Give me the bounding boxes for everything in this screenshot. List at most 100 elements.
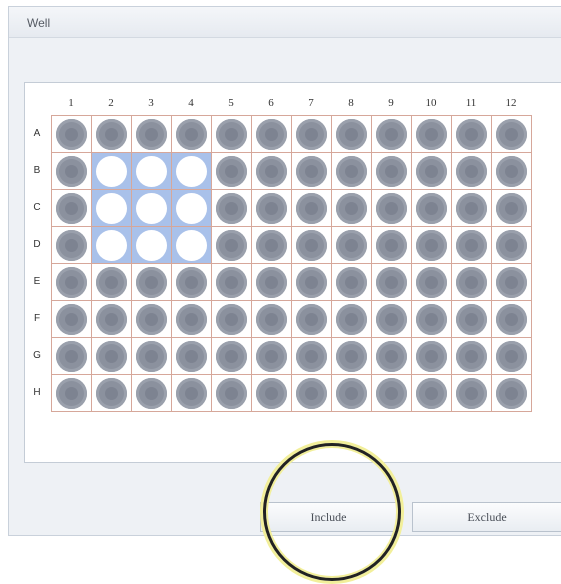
- well-cell[interactable]: [252, 301, 292, 338]
- well[interactable]: [56, 118, 87, 150]
- well[interactable]: [136, 118, 167, 150]
- row-label[interactable]: H: [31, 387, 43, 398]
- well-cell[interactable]: [372, 264, 412, 301]
- well-cell[interactable]: [132, 227, 172, 264]
- well[interactable]: [456, 340, 487, 372]
- column-label[interactable]: 11: [461, 97, 481, 109]
- well-cell[interactable]: [492, 301, 532, 338]
- well-cell[interactable]: [372, 190, 412, 227]
- well[interactable]: [336, 229, 367, 261]
- well-cell[interactable]: [292, 190, 332, 227]
- well[interactable]: [336, 266, 367, 298]
- well[interactable]: [256, 155, 287, 187]
- well[interactable]: [496, 192, 527, 224]
- well[interactable]: [416, 266, 447, 298]
- well[interactable]: [96, 118, 127, 150]
- well-cell[interactable]: [92, 338, 132, 375]
- well-cell[interactable]: [92, 264, 132, 301]
- well-cell[interactable]: [412, 227, 452, 264]
- well[interactable]: [136, 303, 167, 335]
- well[interactable]: [96, 266, 127, 298]
- row-label[interactable]: B: [31, 165, 43, 176]
- well-cell[interactable]: [412, 116, 452, 153]
- well[interactable]: [416, 303, 447, 335]
- well[interactable]: [136, 340, 167, 372]
- well-cell[interactable]: [332, 227, 372, 264]
- well-cell[interactable]: [452, 338, 492, 375]
- well-cell[interactable]: [132, 153, 172, 190]
- well-cell[interactable]: [132, 301, 172, 338]
- column-label[interactable]: 3: [141, 97, 161, 109]
- well-cell[interactable]: [52, 264, 92, 301]
- well[interactable]: [496, 229, 527, 261]
- well[interactable]: [56, 155, 87, 187]
- well[interactable]: [456, 155, 487, 187]
- well[interactable]: [496, 303, 527, 335]
- selected-well[interactable]: [136, 192, 167, 224]
- well[interactable]: [336, 303, 367, 335]
- include-button[interactable]: Include: [260, 502, 397, 532]
- well[interactable]: [456, 118, 487, 150]
- column-label[interactable]: 9: [381, 97, 401, 109]
- well-cell[interactable]: [212, 264, 252, 301]
- well[interactable]: [56, 340, 87, 372]
- well-cell[interactable]: [212, 153, 252, 190]
- well-cell[interactable]: [252, 116, 292, 153]
- well-cell[interactable]: [332, 153, 372, 190]
- well-cell[interactable]: [332, 375, 372, 412]
- well[interactable]: [256, 118, 287, 150]
- well-cell[interactable]: [172, 264, 212, 301]
- well-cell[interactable]: [292, 227, 332, 264]
- well[interactable]: [376, 155, 407, 187]
- well-cell[interactable]: [52, 301, 92, 338]
- well-cell[interactable]: [132, 116, 172, 153]
- well-cell[interactable]: [252, 338, 292, 375]
- well-cell[interactable]: [332, 338, 372, 375]
- well-cell[interactable]: [292, 301, 332, 338]
- well[interactable]: [176, 266, 207, 298]
- well-cell[interactable]: [212, 301, 252, 338]
- well[interactable]: [456, 303, 487, 335]
- well[interactable]: [496, 340, 527, 372]
- well-cell[interactable]: [412, 375, 452, 412]
- well-cell[interactable]: [452, 227, 492, 264]
- well[interactable]: [296, 303, 327, 335]
- well-cell[interactable]: [292, 264, 332, 301]
- row-label[interactable]: A: [31, 128, 43, 139]
- well[interactable]: [296, 155, 327, 187]
- well-cell[interactable]: [372, 301, 412, 338]
- row-label[interactable]: E: [31, 276, 43, 287]
- well-cell[interactable]: [452, 190, 492, 227]
- well[interactable]: [216, 266, 247, 298]
- well-cell[interactable]: [372, 375, 412, 412]
- column-label[interactable]: 8: [341, 97, 361, 109]
- well-cell[interactable]: [292, 338, 332, 375]
- well-cell[interactable]: [212, 338, 252, 375]
- well-cell[interactable]: [132, 338, 172, 375]
- exclude-button[interactable]: Exclude: [412, 502, 561, 532]
- well[interactable]: [256, 192, 287, 224]
- well-cell[interactable]: [452, 375, 492, 412]
- selected-well[interactable]: [136, 229, 167, 261]
- well[interactable]: [456, 377, 487, 409]
- well[interactable]: [456, 229, 487, 261]
- well-cell[interactable]: [52, 153, 92, 190]
- well[interactable]: [336, 155, 367, 187]
- well[interactable]: [216, 303, 247, 335]
- well-cell[interactable]: [52, 116, 92, 153]
- well[interactable]: [256, 303, 287, 335]
- well[interactable]: [56, 303, 87, 335]
- well[interactable]: [216, 192, 247, 224]
- row-label[interactable]: F: [31, 313, 43, 324]
- well[interactable]: [416, 340, 447, 372]
- well[interactable]: [376, 192, 407, 224]
- well[interactable]: [256, 340, 287, 372]
- well-cell[interactable]: [212, 190, 252, 227]
- row-label[interactable]: D: [31, 239, 43, 250]
- well[interactable]: [376, 118, 407, 150]
- column-label[interactable]: 10: [421, 97, 441, 109]
- well-cell[interactable]: [412, 190, 452, 227]
- well[interactable]: [376, 229, 407, 261]
- well-cell[interactable]: [172, 338, 212, 375]
- well-cell[interactable]: [412, 264, 452, 301]
